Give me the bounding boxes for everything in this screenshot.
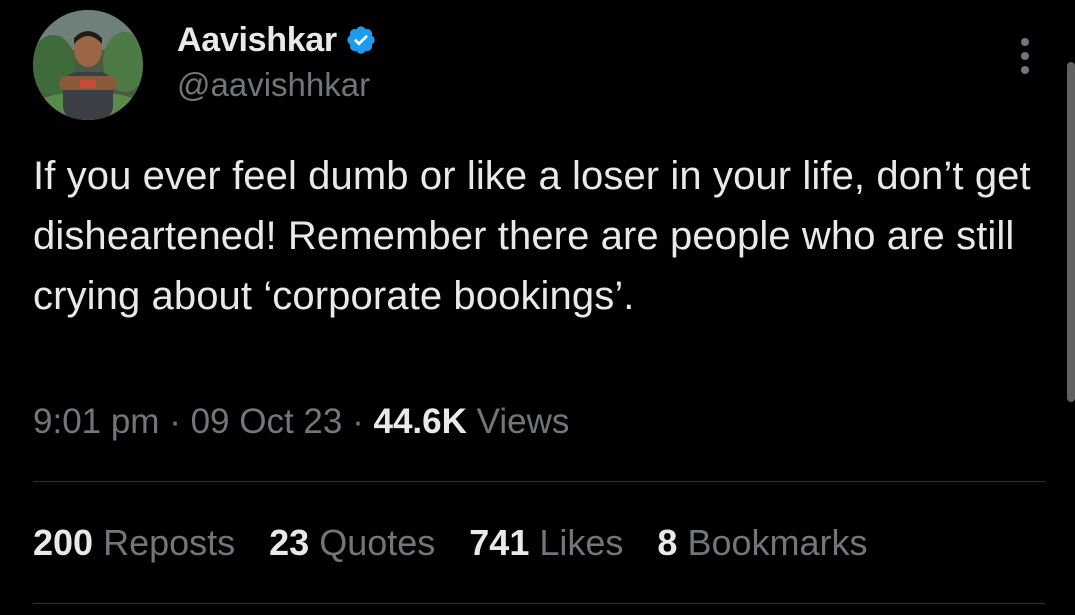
avatar-image (33, 10, 143, 120)
tweet-date[interactable]: 09 Oct 23 (191, 402, 343, 441)
stat-likes[interactable]: 741 Likes (469, 522, 623, 564)
stat-reposts[interactable]: 200 Reposts (33, 522, 235, 564)
meta-separator: · (352, 402, 364, 441)
bookmarks-count: 8 (657, 522, 678, 563)
display-name[interactable]: Aavishkar (177, 21, 337, 60)
engagement-stats: 200 Reposts 23 Quotes 741 Likes 8 Bookmarks (33, 522, 902, 564)
scrollbar[interactable] (1067, 62, 1075, 402)
more-icon[interactable] (1014, 36, 1036, 76)
stat-quotes[interactable]: 23 Quotes (269, 522, 435, 564)
tweet-time[interactable]: 9:01 pm (33, 402, 159, 441)
quotes-label: Quotes (319, 522, 436, 563)
likes-label: Likes (539, 522, 624, 563)
views-count: 44.6K (373, 402, 467, 441)
likes-count: 741 (469, 522, 530, 563)
tweet-meta: 9:01 pm · 09 Oct 23 · 44.6K Views (33, 402, 569, 442)
verified-badge-icon (345, 24, 377, 56)
bookmarks-label: Bookmarks (687, 522, 868, 563)
quotes-count: 23 (269, 522, 310, 563)
user-handle[interactable]: @aavishhkar (177, 66, 370, 104)
user-name-row: Aavishkar (177, 18, 377, 62)
meta-separator: · (169, 402, 181, 441)
views-label: Views (476, 402, 570, 441)
reposts-count: 200 (33, 522, 94, 563)
avatar[interactable] (33, 10, 143, 120)
divider (33, 603, 1045, 604)
reposts-label: Reposts (103, 522, 236, 563)
divider (33, 481, 1045, 482)
stat-bookmarks[interactable]: 8 Bookmarks (657, 522, 867, 564)
tweet-text: If you ever feel dumb or like a loser in… (33, 154, 1031, 318)
